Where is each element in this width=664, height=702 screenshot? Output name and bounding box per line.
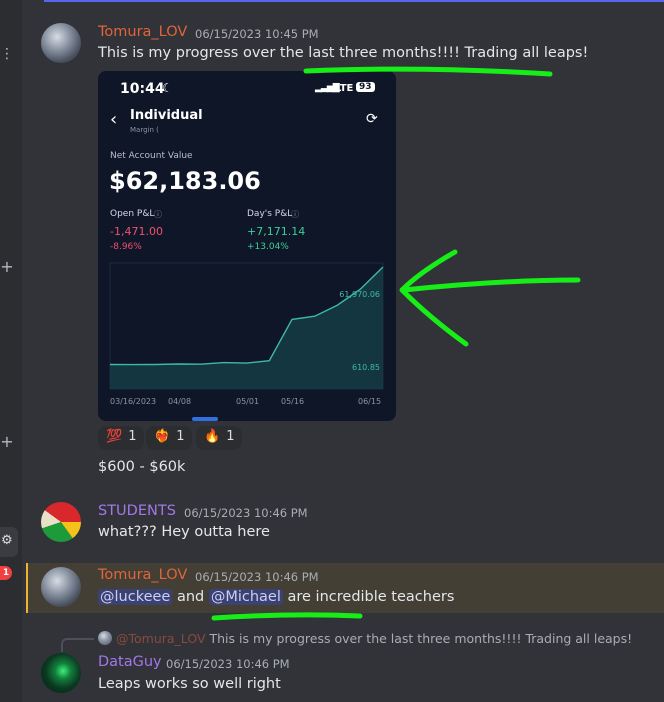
arrowhead-annotation [399,249,469,347]
arrow-annotation [401,277,581,293]
underline-annotation [303,66,553,77]
underline-annotation [211,612,363,621]
annotation-layer [211,66,581,621]
